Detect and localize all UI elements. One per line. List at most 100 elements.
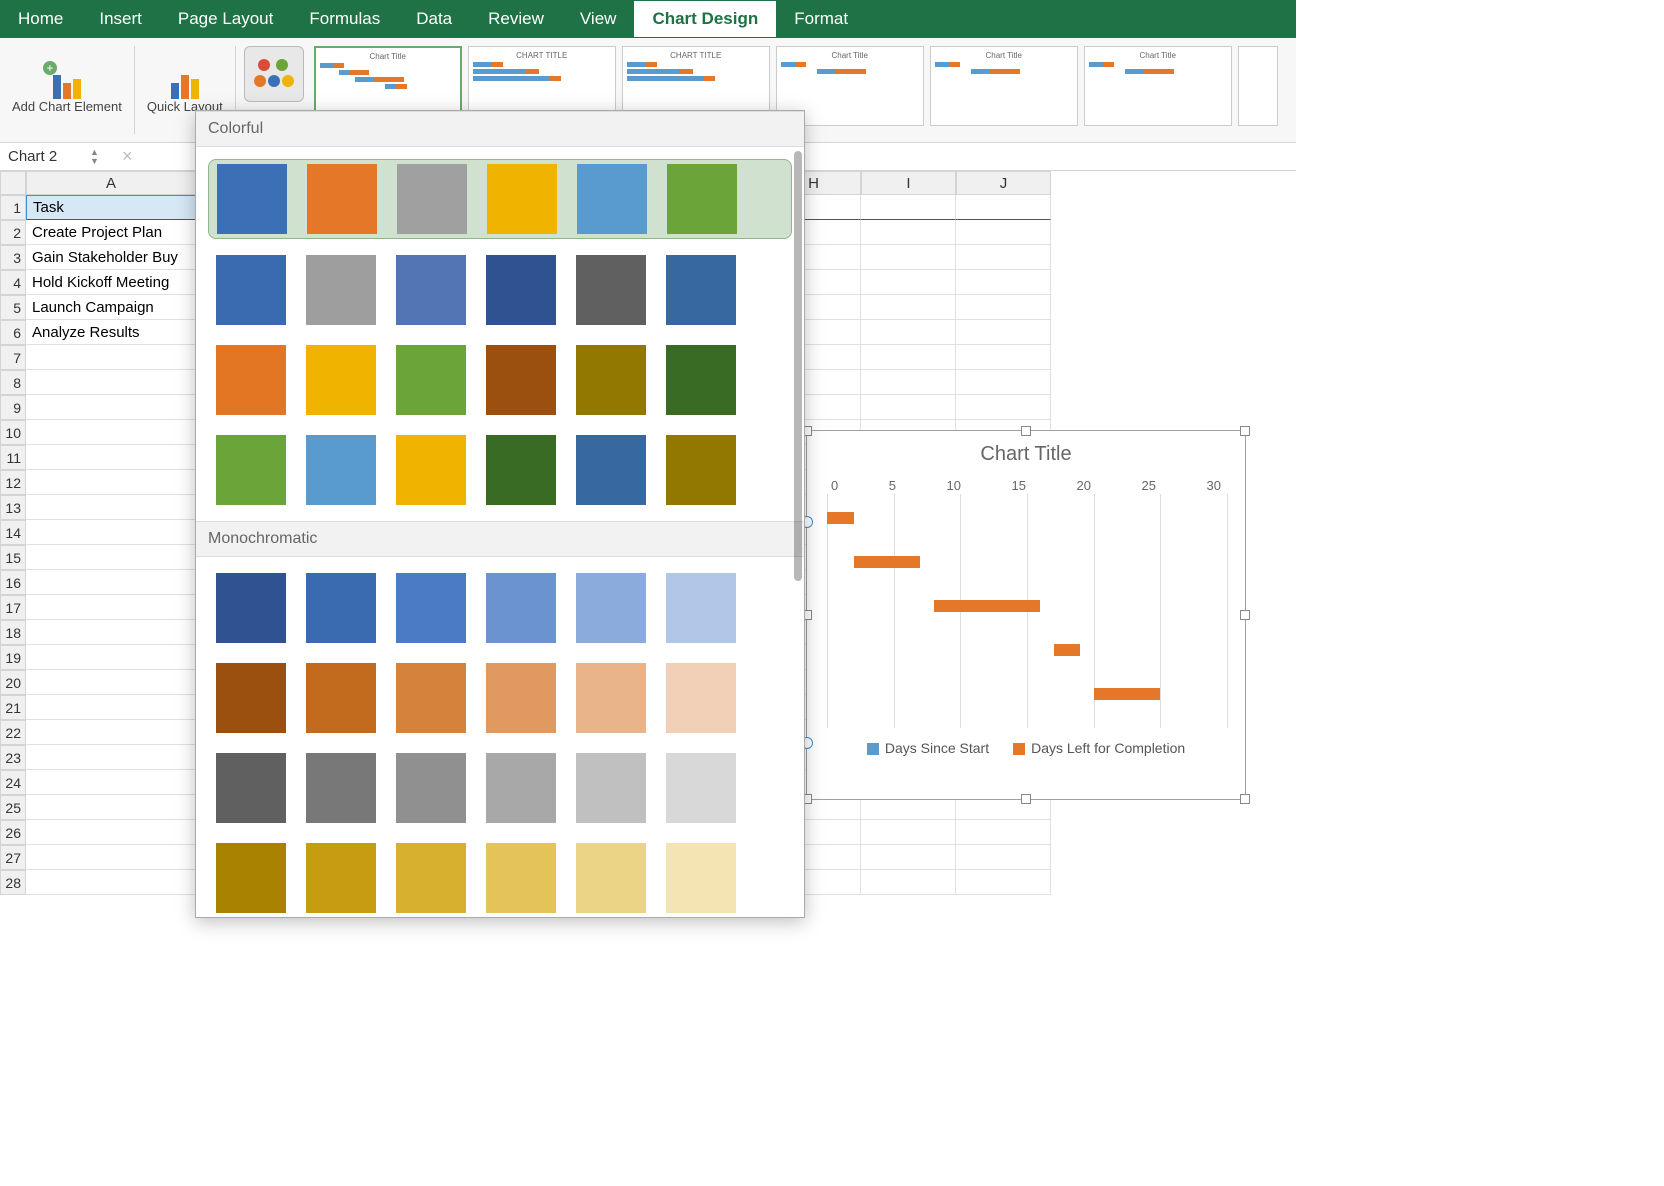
cell[interactable]: Create Project Plan: [26, 220, 196, 245]
color-scheme-row[interactable]: [208, 251, 792, 329]
legend-item-1[interactable]: Days Since Start: [867, 740, 989, 756]
cell[interactable]: [26, 395, 196, 420]
color-scheme-row[interactable]: [208, 159, 792, 239]
cell[interactable]: [26, 695, 196, 720]
popup-scrollbar[interactable]: [794, 151, 802, 581]
cell[interactable]: [956, 345, 1051, 370]
chart-bar[interactable]: [854, 556, 921, 568]
color-scheme-row[interactable]: [208, 569, 792, 647]
cell[interactable]: [861, 295, 956, 320]
row-header[interactable]: 26: [0, 820, 26, 845]
legend-item-2[interactable]: Days Left for Completion: [1013, 740, 1185, 756]
row-header[interactable]: 28: [0, 870, 26, 895]
tab-view[interactable]: View: [562, 1, 635, 37]
tab-page-layout[interactable]: Page Layout: [160, 1, 291, 37]
row-header[interactable]: 7: [0, 345, 26, 370]
row-header[interactable]: 20: [0, 670, 26, 695]
cell[interactable]: [26, 870, 196, 895]
cell[interactable]: [26, 670, 196, 695]
row-header[interactable]: 17: [0, 595, 26, 620]
row-header[interactable]: 2: [0, 220, 26, 245]
cell[interactable]: Hold Kickoff Meeting: [26, 270, 196, 295]
cell[interactable]: [26, 495, 196, 520]
cell[interactable]: [861, 345, 956, 370]
cell[interactable]: [26, 470, 196, 495]
cell[interactable]: [861, 370, 956, 395]
chart-resize-handle[interactable]: [1240, 426, 1250, 436]
tab-format[interactable]: Format: [776, 1, 866, 37]
chart-legend[interactable]: Days Since Start Days Left for Completio…: [807, 728, 1245, 768]
chart-plot-area[interactable]: 051015202530: [827, 478, 1225, 728]
cell[interactable]: [956, 395, 1051, 420]
row-header[interactable]: 22: [0, 720, 26, 745]
column-header[interactable]: J: [956, 171, 1051, 195]
cell[interactable]: Task: [26, 195, 196, 220]
row-header[interactable]: 3: [0, 245, 26, 270]
color-scheme-row[interactable]: [208, 341, 792, 419]
chart-bar[interactable]: [1094, 688, 1161, 700]
chart-resize-handle[interactable]: [1240, 794, 1250, 804]
cell[interactable]: [861, 270, 956, 295]
tab-review[interactable]: Review: [470, 1, 562, 37]
cell[interactable]: [26, 570, 196, 595]
cell[interactable]: [956, 820, 1051, 845]
cell[interactable]: [26, 620, 196, 645]
cell[interactable]: [956, 220, 1051, 245]
cell[interactable]: [26, 770, 196, 795]
row-header[interactable]: 23: [0, 745, 26, 770]
color-scheme-row[interactable]: [208, 431, 792, 509]
color-scheme-row[interactable]: [208, 749, 792, 827]
name-box-spinner[interactable]: ▲ ▼: [90, 148, 108, 166]
row-header[interactable]: 4: [0, 270, 26, 295]
cell[interactable]: [26, 345, 196, 370]
row-header[interactable]: 15: [0, 545, 26, 570]
cell[interactable]: [861, 320, 956, 345]
row-header[interactable]: 25: [0, 795, 26, 820]
cell[interactable]: [26, 845, 196, 870]
change-colors-button[interactable]: [244, 46, 304, 102]
cell[interactable]: [861, 220, 956, 245]
chart-title[interactable]: Chart Title: [807, 431, 1245, 478]
cell[interactable]: [26, 645, 196, 670]
cell[interactable]: [26, 720, 196, 745]
row-header[interactable]: 14: [0, 520, 26, 545]
cell[interactable]: [26, 820, 196, 845]
column-header[interactable]: A: [26, 171, 196, 195]
cell[interactable]: [861, 820, 956, 845]
chart-resize-handle[interactable]: [1240, 610, 1250, 620]
cell[interactable]: [956, 845, 1051, 870]
cell[interactable]: Analyze Results: [26, 320, 196, 345]
tab-home[interactable]: Home: [0, 1, 81, 37]
row-header[interactable]: 21: [0, 695, 26, 720]
row-header[interactable]: 19: [0, 645, 26, 670]
row-header[interactable]: 5: [0, 295, 26, 320]
tab-chart-design[interactable]: Chart Design: [634, 1, 776, 37]
cell[interactable]: [26, 545, 196, 570]
cell[interactable]: [956, 370, 1051, 395]
cell[interactable]: [26, 445, 196, 470]
name-box[interactable]: Chart 2: [0, 146, 90, 167]
row-header[interactable]: 11: [0, 445, 26, 470]
cell[interactable]: [26, 520, 196, 545]
cell[interactable]: [26, 745, 196, 770]
tab-data[interactable]: Data: [398, 1, 470, 37]
cell[interactable]: [26, 420, 196, 445]
cell[interactable]: [861, 870, 956, 895]
row-header[interactable]: 16: [0, 570, 26, 595]
row-header[interactable]: 18: [0, 620, 26, 645]
row-header[interactable]: 1: [0, 195, 26, 220]
color-scheme-row[interactable]: [208, 839, 792, 917]
cell[interactable]: Gain Stakeholder Buy: [26, 245, 196, 270]
select-all-corner[interactable]: [0, 171, 26, 195]
chart-style-7[interactable]: [1238, 46, 1278, 126]
cell[interactable]: [956, 270, 1051, 295]
cell[interactable]: [861, 245, 956, 270]
chart-bar[interactable]: [934, 600, 1041, 612]
cell[interactable]: [956, 295, 1051, 320]
cell[interactable]: [26, 595, 196, 620]
chart-resize-handle[interactable]: [1021, 794, 1031, 804]
cell[interactable]: [861, 845, 956, 870]
row-header[interactable]: 24: [0, 770, 26, 795]
spinner-down-icon[interactable]: ▼: [90, 157, 108, 166]
cancel-formula-icon[interactable]: ×: [108, 146, 147, 167]
